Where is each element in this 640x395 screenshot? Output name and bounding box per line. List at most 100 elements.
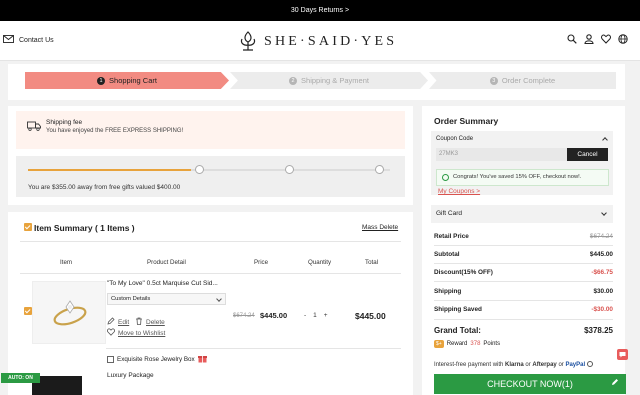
- check-circle-icon: [442, 174, 449, 181]
- quantity-stepper: - 1 +: [304, 312, 328, 319]
- gift-progress-text: You are $355.00 away from free gifts val…: [28, 184, 181, 191]
- truck-icon: [27, 121, 41, 131]
- quantity-increase-button[interactable]: +: [324, 312, 328, 319]
- feedback-icon[interactable]: [609, 377, 620, 388]
- heart-icon: [107, 328, 115, 338]
- row-label: Shipping Saved: [434, 306, 482, 313]
- payment-or: or: [558, 362, 564, 368]
- payment-pre: Interest-free payment with: [434, 362, 504, 368]
- item-total: $445.00: [355, 311, 386, 321]
- move-to-wishlist-label: Move to Wishlist: [118, 329, 166, 337]
- shipping-fee-box: Shipping fee You have enjoyed the FREE E…: [16, 111, 405, 149]
- auto-on-badge[interactable]: AUTO: ON: [1, 373, 40, 383]
- coupon-code-input[interactable]: 27MK3: [436, 148, 567, 161]
- chevron-down-icon: [601, 210, 607, 216]
- heart-icon[interactable]: [601, 34, 611, 44]
- contact-us-label: Contact Us: [19, 36, 54, 44]
- col-header-item: Item: [60, 259, 73, 266]
- row-value: $445.00: [589, 251, 613, 258]
- site-logo[interactable]: SHE·SAID·YES: [238, 31, 397, 53]
- reward-badge: $+: [434, 340, 444, 348]
- step-number: 1: [97, 77, 106, 85]
- step-label: Order Complete: [501, 76, 556, 85]
- move-to-wishlist-button[interactable]: Move to Wishlist: [107, 328, 165, 338]
- user-icon[interactable]: [584, 34, 594, 45]
- product-name-link[interactable]: "To My Love" 0.5ct Marquise Cut Sid...: [107, 280, 227, 287]
- grand-total-value: $378.25: [584, 326, 613, 335]
- checkout-steps: 1 Shopping Cart 2 Shipping & Payment 3 Orde…: [8, 64, 625, 100]
- gift-milestone-dot: [285, 165, 294, 174]
- col-header-product-detail: Product Detail: [147, 259, 186, 266]
- row-value: $30.00: [593, 288, 613, 295]
- reward-points-value: 378: [470, 341, 481, 347]
- reward-post: Points: [483, 341, 501, 347]
- gift-box-checkbox[interactable]: [107, 356, 114, 363]
- divider: [20, 273, 401, 274]
- step-shopping-cart: 1 Shopping Cart: [25, 72, 229, 89]
- row-label: Retail Price: [434, 233, 469, 240]
- edit-button[interactable]: Edit: [107, 317, 129, 327]
- luxury-package-label: Luxury Package: [107, 372, 154, 379]
- globe-icon[interactable]: [618, 34, 628, 44]
- row-label: Subtotal: [434, 251, 460, 258]
- quantity-decrease-button[interactable]: -: [304, 312, 306, 319]
- row-label: Shipping: [434, 288, 462, 295]
- step-number: 3: [489, 77, 498, 85]
- step-shipping-payment: 2 Shipping & Payment: [230, 72, 428, 89]
- shipping-row: Shipping $30.00: [434, 288, 613, 295]
- col-header-quantity: Quantity: [308, 259, 332, 266]
- discount-row: Discount(15% OFF) -$66.75: [434, 269, 613, 276]
- col-header-total: Total: [365, 259, 379, 266]
- shipping-fee-title: Shipping fee: [46, 119, 83, 126]
- gift-card-toggle[interactable]: Gift Card: [431, 205, 613, 223]
- contact-us-link[interactable]: Contact Us: [3, 35, 54, 45]
- gift-milestone-dot: [375, 165, 384, 174]
- gift-progress-fill: [28, 169, 191, 171]
- edit-label: Edit: [118, 318, 130, 326]
- row-value: $674.24: [589, 233, 613, 240]
- payment-options: Interest-free payment with Klarna or Aft…: [434, 361, 593, 368]
- gift-icon: [197, 354, 207, 365]
- mail-icon: [3, 35, 14, 45]
- step-number: 2: [289, 77, 298, 85]
- col-header-price: Price: [254, 259, 269, 266]
- original-price: $674.24: [233, 313, 255, 319]
- coupon-success-text: Congrats! You've saved 15% OFF, checkout…: [453, 174, 582, 180]
- search-icon[interactable]: [567, 34, 577, 44]
- sale-price: $445.00: [260, 311, 288, 320]
- step-label: Shipping & Payment: [301, 76, 369, 85]
- edit-icon: [107, 317, 115, 327]
- checkout-now-button[interactable]: CHECKOUT NOW(1): [434, 374, 626, 394]
- item-checkbox[interactable]: [24, 307, 32, 315]
- gift-box-option[interactable]: Exquisite Rose Jewelry Box: [107, 354, 207, 365]
- gift-progress-track: [28, 165, 390, 174]
- row-label: Discount(15% OFF): [434, 269, 493, 276]
- item-summary-panel: Item Summary ( 1 Items ) Mass Delete Ite…: [8, 212, 413, 395]
- chat-icon[interactable]: [617, 349, 628, 360]
- divider: [434, 263, 613, 264]
- product-image[interactable]: [32, 281, 106, 344]
- divider: [434, 300, 613, 301]
- quantity-value[interactable]: 1: [313, 312, 317, 319]
- coupon-section: Coupon Code 27MK3 Cancel Congrats! You'v…: [431, 131, 613, 195]
- shipping-fee-desc: You have enjoyed the FREE EXPRESS SHIPPI…: [46, 128, 184, 134]
- payment-or: or: [525, 362, 531, 368]
- grand-total-row: Grand Total: $378.25: [434, 326, 613, 335]
- info-icon[interactable]: [586, 361, 593, 367]
- coupon-success-message: Congrats! You've saved 15% OFF, checkout…: [436, 169, 609, 186]
- select-all-checkbox[interactable]: [24, 223, 32, 231]
- order-summary-title: Order Summary: [434, 116, 499, 126]
- my-coupons-link[interactable]: My Coupons >: [438, 188, 480, 195]
- mass-delete-link[interactable]: Mass Delete: [362, 224, 398, 231]
- row-value: -$30.00: [591, 306, 613, 313]
- delete-button[interactable]: Delete: [135, 317, 165, 327]
- custom-details-select[interactable]: Custom Details: [107, 293, 226, 305]
- item-summary-title: Item Summary ( 1 Items ): [34, 223, 135, 233]
- delete-label: Delete: [146, 318, 165, 326]
- divider: [434, 319, 613, 320]
- shipping-saved-row: Shipping Saved -$30.00: [434, 306, 613, 313]
- promo-bar[interactable]: 30 Days Returns >: [0, 0, 640, 21]
- chevron-up-icon[interactable]: [602, 137, 608, 143]
- grand-total-label: Grand Total:: [434, 326, 481, 335]
- cancel-coupon-button[interactable]: Cancel: [567, 148, 608, 161]
